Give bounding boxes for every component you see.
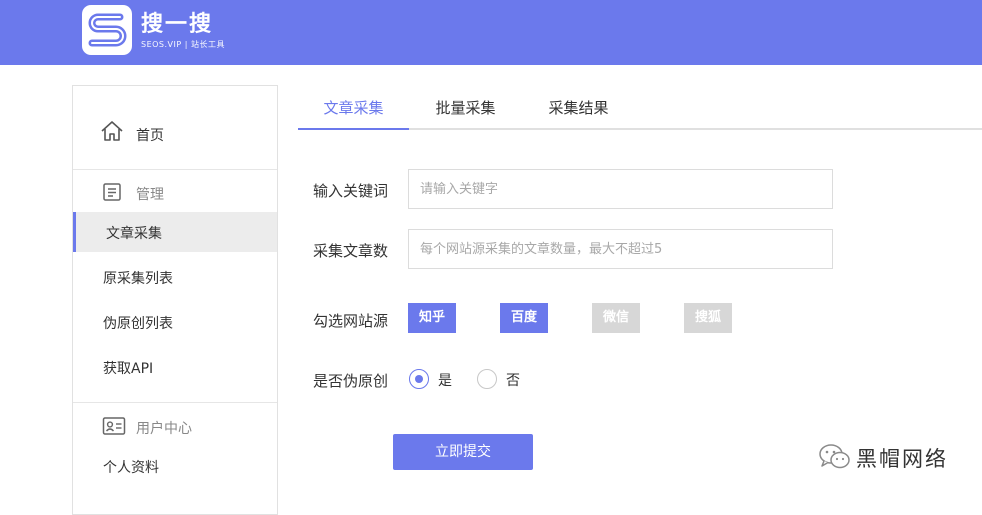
sidebar-item-home-label: 首页 xyxy=(136,128,164,144)
sidebar-item-profile[interactable]: 个人资料 xyxy=(73,446,277,486)
tab-article-collect[interactable]: 文章采集 xyxy=(298,86,409,130)
source-baidu-button[interactable]: 百度 xyxy=(500,303,548,333)
source-zhihu-button[interactable]: 知乎 xyxy=(408,303,456,333)
keyword-input[interactable] xyxy=(408,169,833,209)
sidebar-group-manage: 管理 xyxy=(73,172,277,212)
sidebar: 首页 管理 文章采集 原采集列表 伪原创列表 获取API 用户中心 个人资料 xyxy=(72,85,278,515)
document-list-icon xyxy=(102,182,122,206)
watermark-text: 黑帽网络 xyxy=(856,447,948,471)
sidebar-item-get-api[interactable]: 获取API xyxy=(73,347,277,387)
tab-collect-results[interactable]: 采集结果 xyxy=(531,86,626,130)
sidebar-item-article-collect[interactable]: 文章采集 xyxy=(73,212,277,252)
sidebar-item-home[interactable]: 首页 xyxy=(73,86,277,170)
source-weixin-button[interactable]: 微信 xyxy=(592,303,640,333)
tab-bar: 文章采集 批量采集 采集结果 xyxy=(298,86,982,130)
rewrite-no-label: 否 xyxy=(506,373,520,389)
tab-batch-collect[interactable]: 批量采集 xyxy=(418,86,513,130)
brand-name: 搜一搜 xyxy=(141,12,214,37)
sidebar-group-user-center: 用户中心 xyxy=(73,406,277,446)
sidebar-item-label: 伪原创列表 xyxy=(103,316,173,332)
id-card-icon xyxy=(102,416,126,440)
sidebar-group-manage-label: 管理 xyxy=(136,187,164,203)
rewrite-yes-label: 是 xyxy=(438,373,452,389)
keyword-label: 输入关键词 xyxy=(313,182,389,200)
wechat-icon xyxy=(818,442,852,476)
top-header: 搜一搜 SEOS.VIP | 站长工具 xyxy=(0,0,982,65)
sidebar-item-label: 原采集列表 xyxy=(103,271,173,287)
source-sohu-button[interactable]: 搜狐 xyxy=(684,303,732,333)
sidebar-item-original-list[interactable]: 原采集列表 xyxy=(73,257,277,297)
home-icon xyxy=(100,120,124,146)
rewrite-no-radio[interactable] xyxy=(477,369,497,389)
sidebar-divider xyxy=(73,402,277,403)
submit-button[interactable]: 立即提交 xyxy=(393,434,533,470)
sidebar-item-label: 个人资料 xyxy=(103,460,159,476)
rewrite-yes-radio[interactable] xyxy=(409,369,429,389)
sources-label: 勾选网站源 xyxy=(313,312,389,330)
sidebar-item-label: 文章采集 xyxy=(106,226,162,242)
article-count-label: 采集文章数 xyxy=(313,242,389,260)
sidebar-group-user-center-label: 用户中心 xyxy=(136,421,192,437)
rewrite-label: 是否伪原创 xyxy=(313,372,389,390)
logo-icon[interactable] xyxy=(82,5,132,55)
sidebar-item-rewrite-list[interactable]: 伪原创列表 xyxy=(73,302,277,342)
article-count-input[interactable] xyxy=(408,229,833,269)
brand-tagline: SEOS.VIP | 站长工具 xyxy=(141,40,225,49)
sidebar-item-label: 获取API xyxy=(103,361,154,377)
